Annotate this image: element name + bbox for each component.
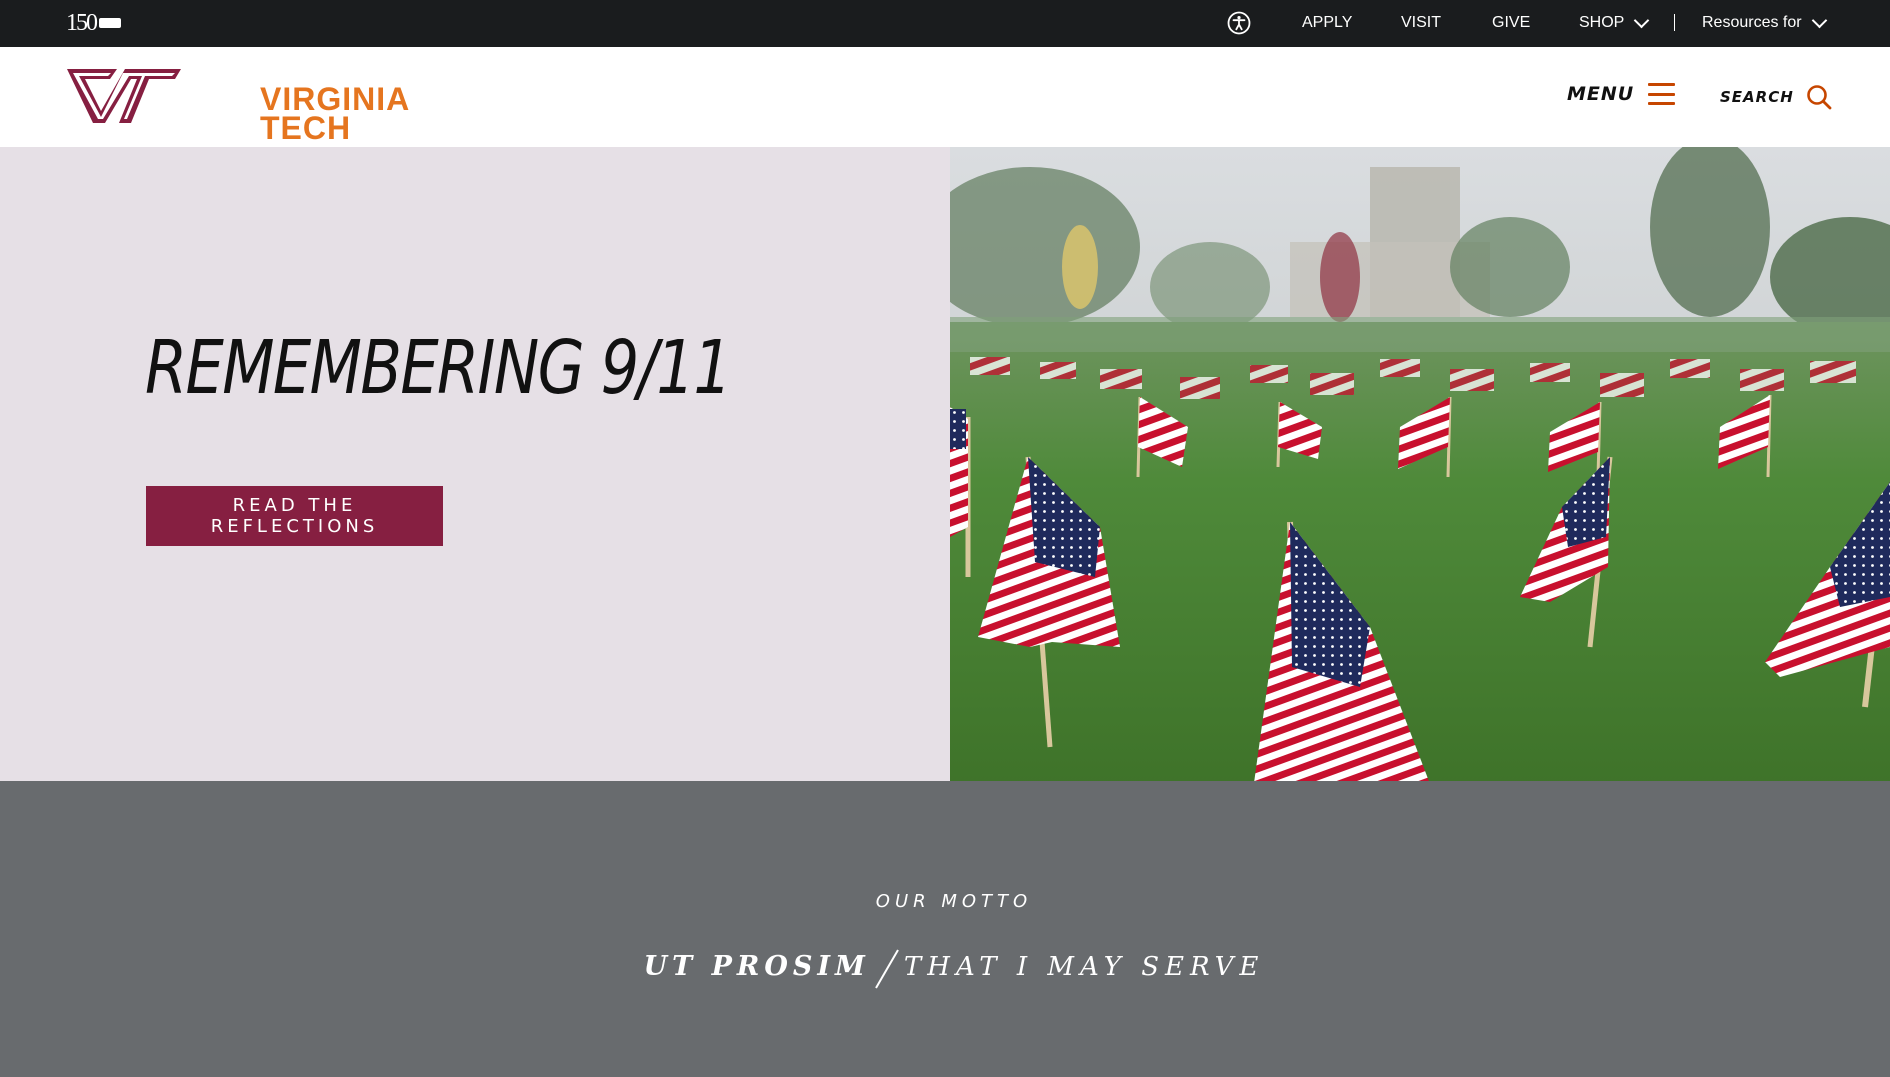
menu-label: MENU [1567,83,1635,105]
visit-link-label: VISIT [1401,14,1442,31]
accessibility-icon[interactable] [1227,11,1251,35]
apply-link[interactable]: APPLY [1302,14,1352,32]
resources-for-dropdown[interactable]: Resources for [1702,12,1827,32]
motto-kicker: OUR MOTTO [875,891,1033,912]
anniversary-logo-text: 150 [66,9,98,36]
utility-divider [1674,14,1675,31]
chevron-down-icon [1811,12,1827,28]
flags-photo-illustration [950,147,1890,848]
hero-title: REMEMBERING 9/11 [145,325,732,411]
motto-english: THAT I MAY SERVE [903,952,1265,983]
motto-section: OUR MOTTO UT PROSIM THAT I MAY SERVE [0,781,1890,1077]
motto-line: UT PROSIM THAT I MAY SERVE [0,949,1890,993]
hero-photo [950,147,1890,848]
chevron-down-icon [1634,12,1650,28]
search-icon [1806,85,1832,110]
motto-latin: UT PROSIM [643,951,870,983]
give-link[interactable]: GIVE [1492,14,1530,32]
search-button[interactable]: SEARCH [1720,84,1832,110]
shop-dropdown[interactable]: SHOP [1579,12,1650,32]
vt-wordmark: VIRGINIA TECH [260,83,410,146]
hamburger-icon [1648,83,1676,105]
site-header: VIRGINIA TECH MENU SEARCH [0,47,1890,147]
shop-label: SHOP [1579,14,1625,31]
motto-divider [875,949,899,989]
hero-panel [0,147,950,781]
resources-for-label: Resources for [1702,14,1802,31]
vt-monogram-icon [67,69,181,123]
visit-link[interactable]: VISIT [1401,14,1441,32]
vt-wordmark-line2: TECH [260,110,352,146]
give-link-label: GIVE [1492,14,1531,31]
utility-bar: 150 APPLY VISIT GIVE SHOP Resources for [0,0,1890,47]
menu-button[interactable]: MENU [1567,83,1676,105]
read-the-reflections-button[interactable]: READ THE REFLECTIONS [146,486,443,546]
search-label: SEARCH [1720,88,1794,106]
anniversary-logo-mark [99,18,121,28]
virginia-tech-logo[interactable]: VIRGINIA TECH [65,67,409,144]
anniversary-logo[interactable]: 150 [66,9,121,37]
apply-link-label: APPLY [1302,14,1353,31]
